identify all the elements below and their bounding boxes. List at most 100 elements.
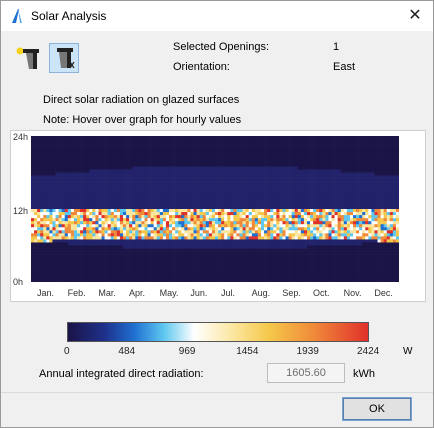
- heatmap-cell: [257, 178, 262, 182]
- heatmap-cell: [190, 184, 194, 189]
- heatmap-cell: [116, 218, 121, 222]
- heatmap-cell: [199, 245, 204, 249]
- heatmap-cell: [80, 227, 84, 231]
- heatmap-cell: [218, 172, 222, 176]
- heatmap-cell: [230, 251, 234, 255]
- heatmap-cell: [319, 193, 323, 198]
- heatmap-cell: [282, 154, 286, 158]
- heatmap-cell: [144, 187, 148, 192]
- heatmap-cell: [138, 236, 142, 240]
- heatmap-cell: [175, 187, 179, 192]
- heatmap-cell: [331, 209, 335, 213]
- heatmap-cell: [162, 154, 167, 158]
- heatmap-cell: [257, 160, 262, 164]
- heatmap-cell: [291, 151, 296, 155]
- heatmap-cell: [257, 260, 262, 265]
- heatmap-cell: [331, 218, 335, 222]
- heatmap-cell: [282, 269, 286, 274]
- heatmap-cell: [144, 248, 148, 252]
- heatmap-cell: [178, 275, 182, 280]
- heatmap-cell: [126, 160, 130, 164]
- heatmap-cell: [276, 218, 280, 222]
- close-button[interactable]: ✕: [405, 6, 425, 26]
- heatmap-cell: [113, 196, 118, 201]
- heatmap-cell: [178, 272, 182, 277]
- heatmap-cell: [147, 272, 151, 277]
- heatmap-cell: [310, 184, 314, 189]
- heatmap-cell: [208, 172, 213, 176]
- heatmap-cell: [98, 199, 102, 204]
- heatmap-cell: [297, 175, 302, 179]
- heatmap-cell: [104, 169, 108, 173]
- heatmap-cell: [92, 221, 96, 225]
- heatmap-cell: [273, 178, 277, 182]
- heatmap-cell: [98, 178, 102, 182]
- heatmap-cell: [224, 260, 228, 265]
- heatmap-cell: [58, 157, 62, 161]
- heatmap-cell: [178, 230, 182, 234]
- heatmap-cell: [328, 139, 332, 143]
- heatmap-cell: [80, 272, 84, 277]
- heatmap-cell: [46, 202, 50, 207]
- heatmap-cell: [43, 212, 47, 216]
- heatmap-cell: [52, 251, 56, 255]
- heatmap-cell: [343, 239, 348, 243]
- heatmap-cell: [92, 151, 96, 155]
- heatmap-cell: [169, 193, 173, 198]
- sun-column-button[interactable]: [14, 43, 44, 73]
- heatmap-cell: [224, 184, 228, 189]
- heatmap-cell: [322, 257, 326, 262]
- heatmap-cell: [227, 227, 231, 231]
- heatmap-cell: [73, 151, 78, 155]
- heatmap-cell: [328, 196, 332, 201]
- heatmap-cell: [43, 169, 47, 173]
- solar-radiation-heatmap[interactable]: [31, 136, 399, 282]
- heatmap-cell: [267, 172, 271, 176]
- heatmap-cell: [153, 169, 158, 173]
- heatmap-cell: [126, 272, 130, 277]
- heatmap-cell: [199, 172, 204, 176]
- heatmap-cell: [31, 263, 35, 268]
- heatmap-cell: [77, 142, 81, 146]
- heatmap-cell: [31, 215, 35, 219]
- heatmap-cell: [123, 230, 127, 234]
- heatmap-cell: [116, 275, 121, 280]
- heatmap-cell: [181, 181, 185, 185]
- heatmap-cell: [236, 166, 240, 170]
- heatmap-cell: [175, 248, 179, 252]
- heatmap-cell: [242, 139, 246, 143]
- heatmap-cell: [132, 233, 136, 237]
- heatmap-cell: [248, 251, 253, 255]
- heatmap-cell: [334, 139, 338, 143]
- heatmap-cell: [215, 175, 219, 179]
- heatmap-cell: [61, 248, 66, 252]
- heatmap-cell: [110, 254, 115, 258]
- heatmap-cell: [285, 148, 289, 152]
- heatmap-cell: [239, 172, 243, 176]
- heatmap-cell: [49, 184, 53, 189]
- heatmap-cell: [288, 181, 292, 185]
- heatmap-cell: [279, 202, 283, 207]
- heatmap-cell: [159, 139, 164, 143]
- heatmap-cell: [37, 278, 41, 282]
- heatmap-cell: [205, 275, 210, 280]
- heatmap-cell: [175, 215, 179, 219]
- opening-shadow-button[interactable]: [49, 43, 79, 73]
- heatmap-cell: [37, 230, 41, 234]
- heatmap-cell: [159, 205, 164, 210]
- heatmap-cell: [70, 251, 75, 255]
- heatmap-cell: [49, 245, 53, 249]
- heatmap-cell: [129, 245, 133, 249]
- heatmap-cell: [328, 272, 332, 277]
- heatmap-cell: [337, 178, 342, 182]
- heatmap-cell: [208, 205, 213, 210]
- heatmap-cell: [110, 139, 115, 143]
- heatmap-cell: [110, 172, 115, 176]
- heatmap-cell: [196, 212, 200, 216]
- heatmap-cell: [282, 178, 286, 182]
- heatmap-cell: [64, 254, 69, 258]
- heatmap-cell: [294, 215, 299, 219]
- heatmap-cell: [165, 224, 170, 228]
- heatmap-cell: [199, 184, 204, 189]
- heatmap-cell: [325, 263, 329, 268]
